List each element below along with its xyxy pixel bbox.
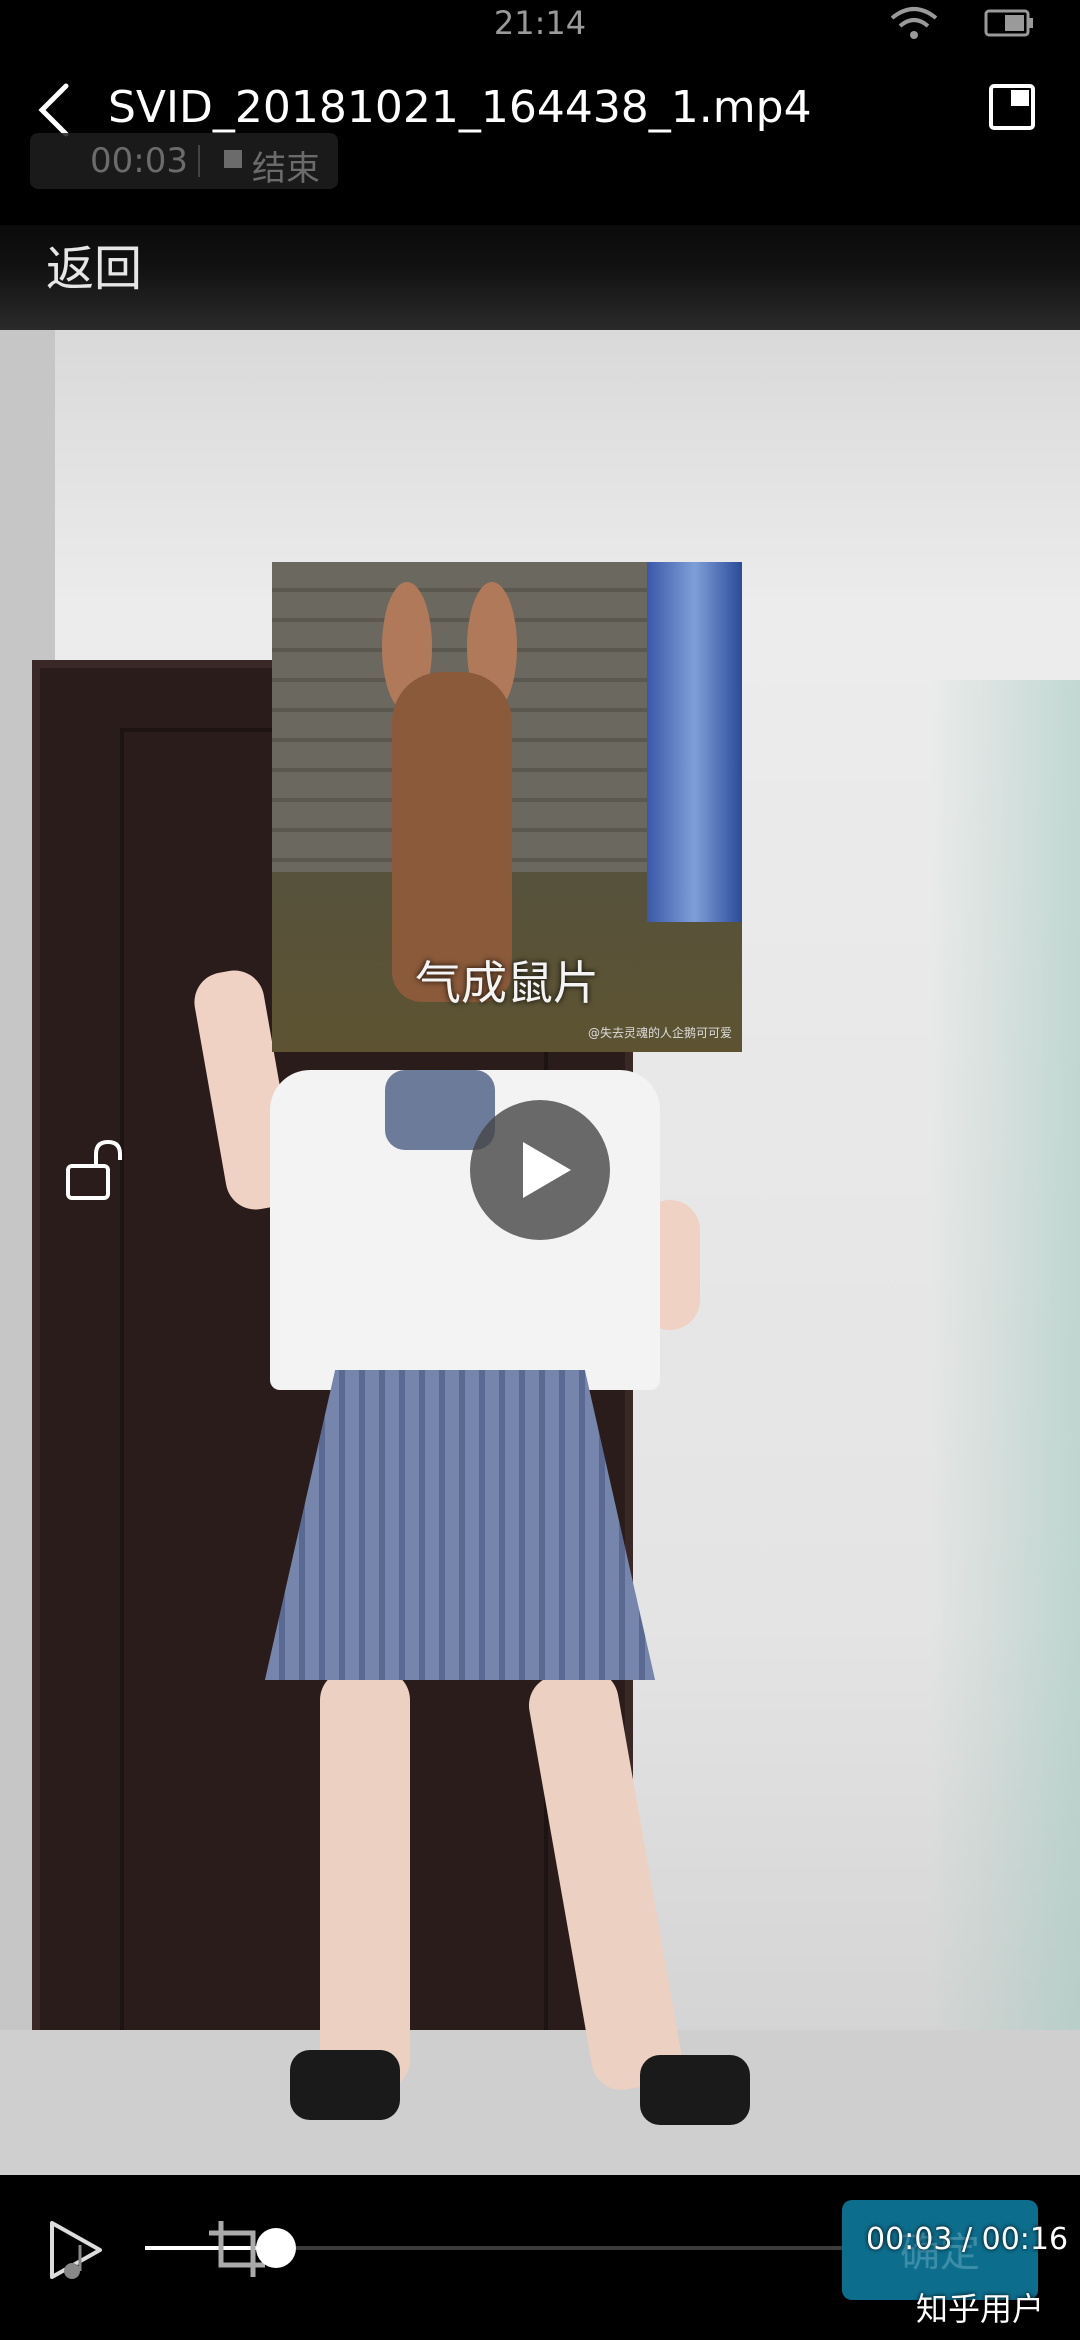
music-play-icon[interactable] (42, 2215, 114, 2287)
video-title: SVID_20181021_164438_1.mp4 (108, 82, 812, 133)
video-frame[interactable]: 气成鼠片 @失去灵魂的人企鹅可可爱 (0, 330, 1080, 2175)
meme-sticker: 气成鼠片 @失去灵魂的人企鹅可可爱 (272, 562, 742, 1052)
recording-time: 00:03 (90, 141, 188, 181)
battery-icon (984, 9, 1033, 37)
person-leg (320, 1670, 410, 2090)
back-arrow-icon[interactable] (30, 80, 80, 140)
watermark: 知乎用户 (916, 2290, 1045, 2328)
end-recording-button[interactable]: 结束 (252, 141, 320, 190)
curtain (930, 680, 1080, 2175)
sticker-blue-stripe (647, 562, 742, 922)
play-icon (523, 1142, 571, 1198)
sticker-credit: @失去灵魂的人企鹅可可爱 (587, 1026, 732, 1040)
play-button[interactable] (470, 1100, 610, 1240)
floor (0, 2030, 1080, 2175)
person-shoe (290, 2050, 400, 2120)
status-bar: 21:14 (0, 0, 1080, 50)
sticker-caption: 气成鼠片 (415, 956, 599, 1010)
person-shoe (640, 2055, 750, 2125)
time-display: 00:03 / 00:16 (866, 2222, 1069, 2257)
stop-icon[interactable] (224, 150, 242, 168)
player-header: SVID_20181021_164438_1.mp4 00:03 结束 (0, 55, 1080, 189)
divider (198, 145, 200, 177)
progress-thumb[interactable] (256, 2228, 297, 2268)
recording-indicator: 00:03 结束 (30, 133, 338, 189)
picture-in-picture-icon[interactable] (988, 83, 1036, 131)
back-bar: 返回 (0, 225, 1080, 330)
unlock-icon[interactable] (62, 1136, 132, 1206)
wifi-icon (890, 7, 938, 39)
back-button[interactable]: 返回 (46, 229, 142, 299)
